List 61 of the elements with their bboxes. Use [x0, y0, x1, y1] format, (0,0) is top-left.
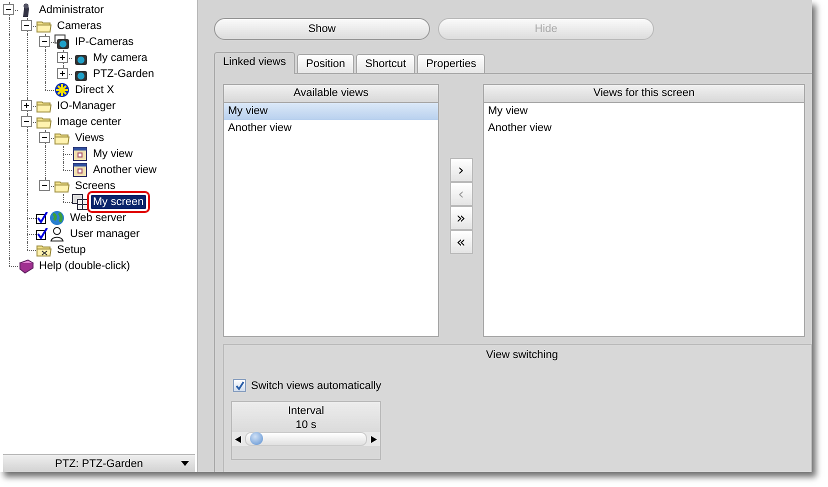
expander-box[interactable]: [22, 101, 31, 110]
tree-item[interactable]: Help (double-click): [37, 259, 132, 273]
expander-box[interactable]: [58, 69, 67, 78]
ptz-value: PTZ: PTZ-Garden: [54, 458, 144, 470]
tab[interactable]: Linked views: [214, 52, 295, 74]
tree-item[interactable]: PTZ-Garden: [91, 67, 156, 81]
list-header: Views for this screen: [484, 85, 804, 103]
move-button[interactable]: »: [450, 206, 472, 230]
tree-item[interactable]: Direct X: [73, 83, 116, 97]
tree-item[interactable]: Views: [73, 131, 106, 145]
camera-group-icon: [54, 34, 70, 50]
tree-item[interactable]: Cameras: [55, 19, 104, 33]
expander-box[interactable]: [22, 117, 31, 126]
slider-thumb[interactable]: [250, 432, 263, 445]
expander-box[interactable]: [40, 133, 49, 142]
expander-box[interactable]: [58, 53, 67, 62]
cross-arrows-icon: [54, 82, 70, 98]
tree-item[interactable]: Screens: [73, 179, 118, 193]
interval-label: Interval: [286, 405, 326, 417]
tab[interactable]: Shortcut: [356, 54, 416, 73]
expander-box[interactable]: [40, 181, 49, 190]
grid-window-icon: [72, 162, 88, 178]
checkbox[interactable]: [36, 228, 48, 240]
user-icon: [49, 226, 65, 242]
tree-item[interactable]: User manager: [68, 227, 142, 241]
show-button[interactable]: Show: [214, 18, 430, 40]
list-item[interactable]: My view: [484, 103, 804, 120]
expander-box[interactable]: [4, 5, 13, 14]
tree-item[interactable]: My screen: [91, 195, 146, 209]
list-item[interactable]: Another view: [224, 120, 438, 137]
tree-item[interactable]: Web server: [68, 211, 128, 225]
tree-item[interactable]: My camera: [91, 51, 150, 65]
list-item[interactable]: Another view: [484, 120, 804, 137]
tab[interactable]: Position: [296, 54, 354, 73]
interval-slider[interactable]: [232, 432, 380, 446]
checkbox[interactable]: [233, 379, 246, 392]
tree-item[interactable]: Setup: [55, 243, 88, 257]
interval-reading: 10 s: [294, 419, 318, 431]
tree-item[interactable]: My view: [91, 147, 135, 161]
windows-icon: [72, 194, 88, 210]
grid-window-icon: [72, 146, 88, 162]
checkbox-label: Switch views automatically: [251, 380, 382, 392]
right-arrow-icon[interactable]: [371, 436, 377, 442]
list-item[interactable]: My view: [224, 103, 438, 120]
checkbox[interactable]: [36, 212, 48, 224]
move-button[interactable]: «: [450, 230, 472, 254]
move-button[interactable]: ›: [450, 158, 472, 182]
ptz-dropdown[interactable]: PTZ: PTZ-Garden: [3, 454, 195, 472]
tree-item[interactable]: IP-Cameras: [73, 35, 136, 49]
left-arrow-icon[interactable]: [235, 436, 241, 442]
globe-icon: [49, 210, 65, 226]
expander-box[interactable]: [40, 37, 49, 46]
tab[interactable]: Properties: [417, 54, 486, 73]
panel-title: View switching: [485, 349, 559, 361]
expander-box[interactable]: [22, 21, 31, 30]
list-header: Available views: [224, 85, 438, 103]
caret-icon: [181, 461, 189, 466]
tree-item[interactable]: Another view: [91, 163, 159, 177]
tree-item[interactable]: IO-Manager: [55, 99, 118, 113]
tree-item[interactable]: Image center: [55, 115, 124, 129]
tree-item[interactable]: Administrator: [37, 3, 106, 17]
